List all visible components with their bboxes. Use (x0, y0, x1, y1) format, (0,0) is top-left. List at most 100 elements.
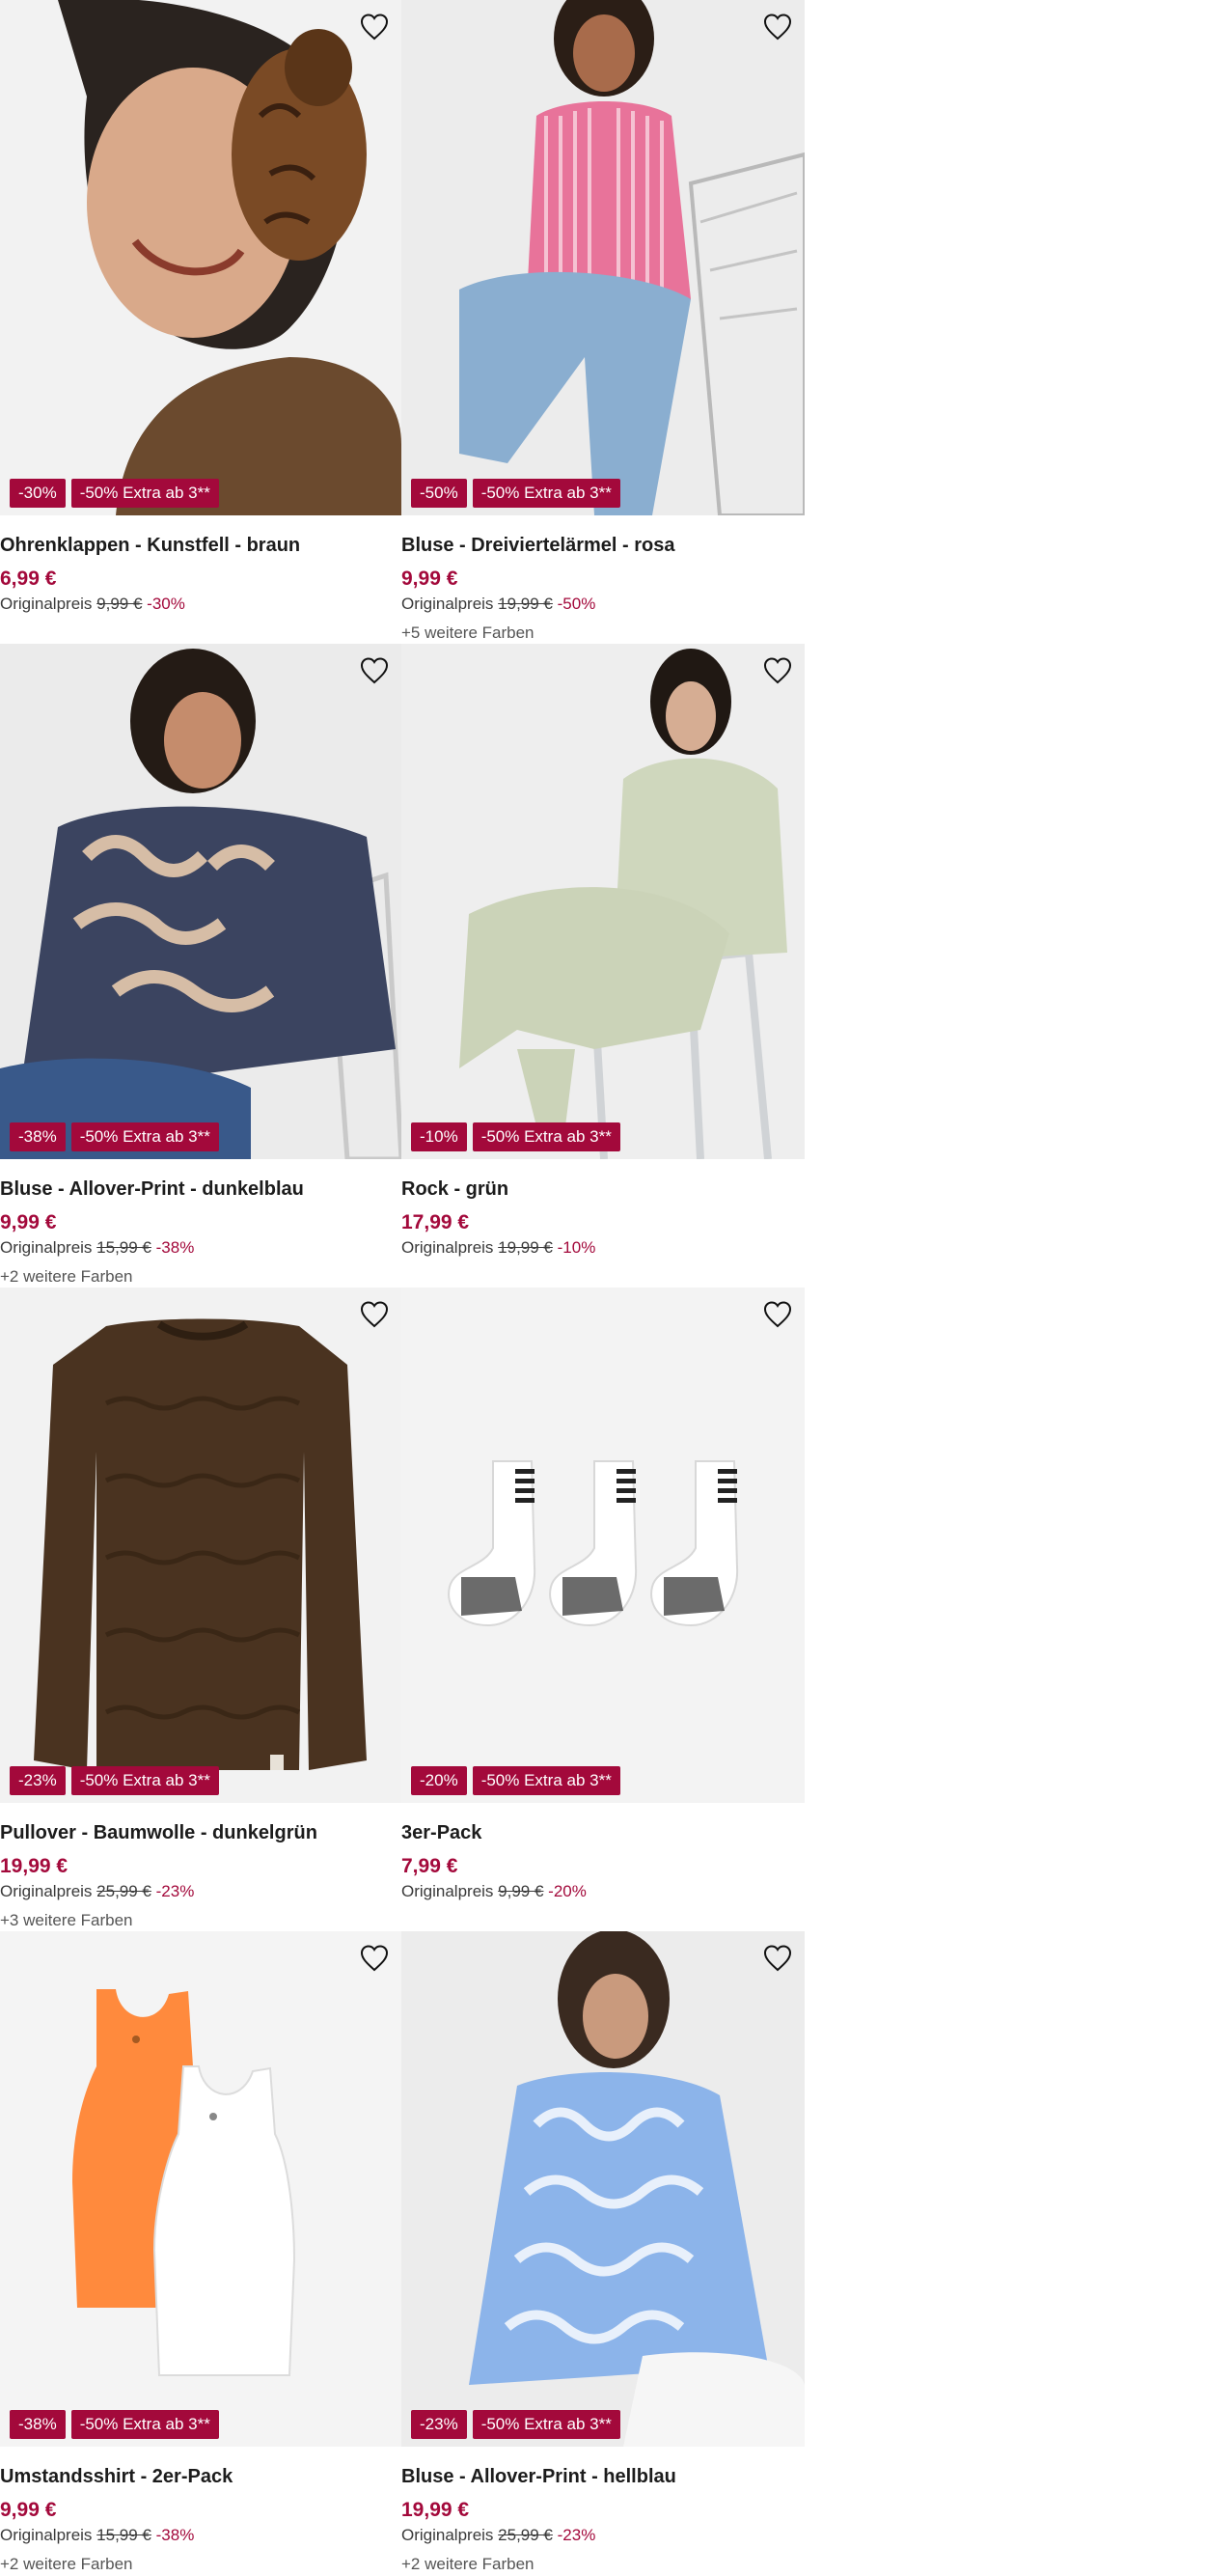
discount-text: -23% (557, 2526, 596, 2544)
product-card[interactable]: -20% -50% Extra ab 3** 3er-Pack 7,99 € O… (401, 1288, 805, 1931)
original-price: 19,99 € (498, 1238, 553, 1257)
product-title[interactable]: Rock - grün (401, 1177, 805, 1202)
badge-group: -38% -50% Extra ab 3** (10, 2410, 219, 2439)
product-info: Bluse - Allover-Print - dunkelblau 9,99 … (0, 1177, 401, 1288)
product-title[interactable]: Bluse - Allover-Print - dunkelblau (0, 1177, 401, 1202)
product-card[interactable]: -23% -50% Extra ab 3** Bluse - Allover-P… (401, 1931, 805, 2575)
original-price-line: Originalpreis 25,99 € -23% (0, 1881, 401, 1902)
product-info: Rock - grün 17,99 € Originalpreis 19,99 … (401, 1177, 805, 1259)
product-title[interactable]: Ohrenklappen - Kunstfell - braun (0, 533, 401, 558)
product-image[interactable]: -38% -50% Extra ab 3** (0, 1931, 401, 2447)
discount-badge: -10% (411, 1122, 467, 1151)
more-colors-link[interactable]: +2 weitere Farben (401, 2554, 805, 2575)
discount-badge: -38% (10, 2410, 66, 2439)
heart-outline-icon[interactable] (359, 655, 390, 686)
socks-photo (401, 1288, 805, 1803)
original-price-label: Originalpreis (0, 2526, 93, 2544)
discount-text: -23% (155, 1882, 195, 1900)
discount-badge: -23% (10, 1766, 66, 1795)
product-info: Bluse - Dreiviertelärmel - rosa 9,99 € O… (401, 533, 805, 644)
original-price-label: Originalpreis (0, 1882, 93, 1900)
product-title[interactable]: Bluse - Dreiviertelärmel - rosa (401, 533, 805, 558)
heart-outline-icon[interactable] (762, 1299, 793, 1330)
original-price: 19,99 € (498, 595, 553, 613)
more-colors-link[interactable]: +2 weitere Farben (0, 2554, 401, 2575)
product-price: 19,99 € (0, 1855, 69, 1877)
badge-group: -23% -50% Extra ab 3** (411, 2410, 620, 2439)
original-price-line: Originalpreis 19,99 € -50% (401, 594, 805, 615)
original-price-line: Originalpreis 9,99 € -20% (401, 1881, 805, 1902)
product-grid: -30% -50% Extra ab 3** Ohrenklappen - Ku… (0, 0, 805, 2575)
heart-outline-icon[interactable] (762, 12, 793, 42)
original-price-line: Originalpreis 15,99 € -38% (0, 1237, 401, 1259)
discount-badge: -20% (411, 1766, 467, 1795)
product-image[interactable]: -50% -50% Extra ab 3** (401, 0, 805, 515)
discount-text: -38% (155, 2526, 195, 2544)
product-card[interactable]: -30% -50% Extra ab 3** Ohrenklappen - Ku… (0, 0, 401, 644)
original-price: 25,99 € (498, 2526, 553, 2544)
product-card[interactable]: -38% -50% Extra ab 3** Bluse - Allover-P… (0, 644, 401, 1288)
product-title[interactable]: 3er-Pack (401, 1820, 805, 1845)
discount-badge: -23% (411, 2410, 467, 2439)
product-image[interactable]: -20% -50% Extra ab 3** (401, 1288, 805, 1803)
product-title[interactable]: Bluse - Allover-Print - hellblau (401, 2464, 805, 2489)
product-price: 19,99 € (401, 2499, 470, 2521)
more-colors-link[interactable]: +2 weitere Farben (0, 1266, 401, 1288)
original-price-label: Originalpreis (401, 2526, 494, 2544)
product-price: 6,99 € (0, 568, 57, 590)
heart-outline-icon[interactable] (359, 1943, 390, 1974)
tank-tops-photo (0, 1931, 401, 2447)
promo-badge: -50% Extra ab 3** (70, 2410, 219, 2439)
original-price-label: Originalpreis (401, 595, 494, 613)
promo-badge: -50% Extra ab 3** (70, 479, 219, 508)
product-image[interactable]: -23% -50% Extra ab 3** (401, 1931, 805, 2447)
product-card[interactable]: -23% -50% Extra ab 3** Pullover - Baumwo… (0, 1288, 401, 1931)
original-price: 15,99 € (96, 2526, 151, 2544)
product-info: Umstandsshirt - 2er-Pack 9,99 € Original… (0, 2464, 401, 2575)
discount-text: -50% (557, 595, 596, 613)
product-info: Bluse - Allover-Print - hellblau 19,99 €… (401, 2464, 805, 2575)
earmuffs-photo (0, 0, 401, 515)
product-card[interactable]: -50% -50% Extra ab 3** Bluse - Dreiviert… (401, 0, 805, 644)
product-image[interactable]: -38% -50% Extra ab 3** (0, 644, 401, 1159)
badge-group: -10% -50% Extra ab 3** (411, 1122, 620, 1151)
promo-badge: -50% Extra ab 3** (70, 1766, 219, 1795)
discount-badge: -30% (10, 479, 66, 508)
light-blue-blouse-photo (401, 1931, 805, 2447)
badge-group: -23% -50% Extra ab 3** (10, 1766, 219, 1795)
badge-group: -38% -50% Extra ab 3** (10, 1122, 219, 1151)
more-colors-link[interactable]: +5 weitere Farben (401, 623, 805, 644)
badge-group: -50% -50% Extra ab 3** (411, 479, 620, 508)
original-price-label: Originalpreis (401, 1882, 494, 1900)
promo-badge: -50% Extra ab 3** (472, 1122, 620, 1151)
promo-badge: -50% Extra ab 3** (70, 1122, 219, 1151)
product-image[interactable]: -10% -50% Extra ab 3** (401, 644, 805, 1159)
original-price-line: Originalpreis 15,99 € -38% (0, 2525, 401, 2546)
heart-outline-icon[interactable] (359, 1299, 390, 1330)
product-image[interactable]: -23% -50% Extra ab 3** (0, 1288, 401, 1803)
product-title[interactable]: Umstandsshirt - 2er-Pack (0, 2464, 401, 2489)
discount-text: -10% (557, 1238, 596, 1257)
heart-outline-icon[interactable] (359, 12, 390, 42)
product-card[interactable]: -10% -50% Extra ab 3** Rock - grün 17,99… (401, 644, 805, 1288)
discount-badge: -50% (411, 479, 467, 508)
product-card[interactable]: -38% -50% Extra ab 3** Umstandsshirt - 2… (0, 1931, 401, 2575)
badge-group: -30% -50% Extra ab 3** (10, 479, 219, 508)
original-price: 9,99 € (96, 595, 143, 613)
badge-group: -20% -50% Extra ab 3** (411, 1766, 620, 1795)
discount-text: -20% (548, 1882, 587, 1900)
product-title[interactable]: Pullover - Baumwolle - dunkelgrün (0, 1820, 401, 1845)
original-price-line: Originalpreis 9,99 € -30% (0, 594, 401, 615)
original-price: 15,99 € (96, 1238, 151, 1257)
promo-badge: -50% Extra ab 3** (472, 1766, 620, 1795)
original-price-line: Originalpreis 25,99 € -23% (401, 2525, 805, 2546)
heart-outline-icon[interactable] (762, 1943, 793, 1974)
more-colors-link[interactable]: +3 weitere Farben (0, 1910, 401, 1931)
discount-text: -30% (147, 595, 185, 613)
product-info: 3er-Pack 7,99 € Originalpreis 9,99 € -20… (401, 1820, 805, 1902)
product-price: 7,99 € (401, 1855, 458, 1877)
product-image[interactable]: -30% -50% Extra ab 3** (0, 0, 401, 515)
original-price: 25,99 € (96, 1882, 151, 1900)
heart-outline-icon[interactable] (762, 655, 793, 686)
pink-blouse-photo (401, 0, 805, 515)
